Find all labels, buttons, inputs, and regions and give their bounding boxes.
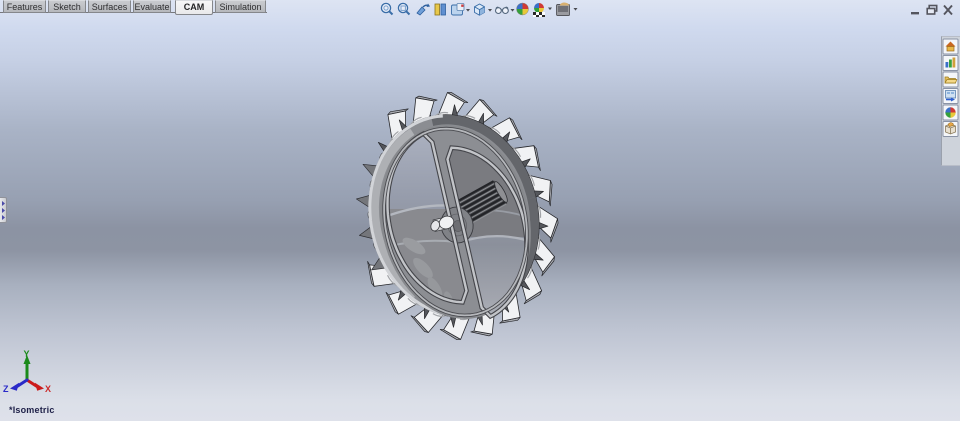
svg-text:X: X xyxy=(45,384,51,394)
svg-text:Y: Y xyxy=(24,349,30,359)
svg-text:Z: Z xyxy=(3,384,9,394)
